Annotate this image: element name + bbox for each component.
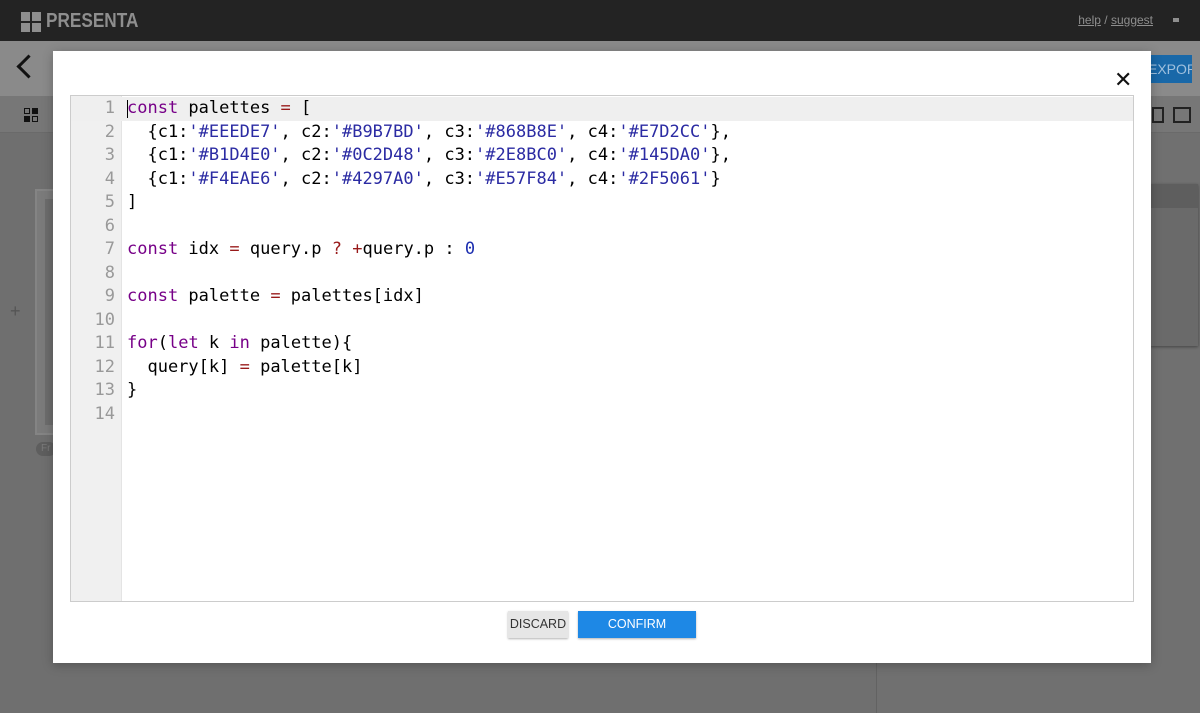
code-text: const palette = palettes[idx] [127, 286, 424, 306]
properties-card [1150, 184, 1198, 346]
properties-card-header [1150, 184, 1198, 208]
slide-thumbnail-preview [45, 199, 53, 425]
line-number: 4 [104, 168, 115, 189]
line-number: 10 [94, 309, 115, 330]
code-text: for(let k in palette){ [127, 333, 353, 353]
line-number: 6 [104, 215, 115, 236]
code-line[interactable]: 8 [71, 262, 1133, 286]
code-line[interactable]: 4 {c1:'#F4EAE6', c2:'#4297A0', c3:'#E57F… [71, 168, 1133, 192]
code-text: {c1:'#F4EAE6', c2:'#4297A0', c3:'#E57F84… [127, 168, 721, 189]
portrait-view-icon[interactable] [1152, 107, 1164, 123]
line-number: 14 [94, 403, 115, 424]
help-link[interactable]: help [1078, 13, 1101, 27]
code-line[interactable]: 9 const palette = palettes[idx] [71, 285, 1133, 309]
line-number: 5 [104, 192, 115, 212]
line-number: 13 [94, 380, 115, 400]
grid-logo-icon [21, 11, 41, 32]
confirm-changes-button[interactable]: CONFIRM CHANGES [578, 611, 696, 658]
line-number: 7 [104, 239, 115, 259]
close-icon[interactable]: ✕ [1114, 70, 1132, 92]
code-line[interactable]: 14 [71, 403, 1133, 427]
code-line[interactable]: 10 [71, 309, 1133, 333]
add-slide-icon[interactable]: + [10, 302, 21, 320]
layout-grid-icon[interactable] [24, 108, 38, 122]
code-line[interactable]: 2 {c1:'#EEEDE7', c2:'#B9B7BD', c3:'#868B… [71, 121, 1133, 145]
code-line[interactable]: 6 [71, 215, 1133, 239]
text-cursor [127, 100, 128, 118]
logo-text: PRESENTA [46, 10, 139, 32]
code-text: query[k] = palette[k] [127, 356, 363, 377]
code-line[interactable]: 12 query[k] = palette[k] [71, 356, 1133, 380]
code-line[interactable]: 3 {c1:'#B1D4E0', c2:'#0C2D48', c3:'#2E8B… [71, 144, 1133, 168]
top-links: help / suggest [1078, 13, 1153, 27]
code-text: const idx = query.p ? +query.p : 0 [127, 239, 476, 259]
code-editor[interactable]: 1 const palettes = [ 2 {c1:'#EEEDE7', c2:'… [70, 95, 1134, 602]
code-text: ] [127, 192, 138, 212]
code-text: {c1:'#B1D4E0', c2:'#0C2D48', c3:'#2E8BC0… [127, 145, 731, 165]
code-text: {c1:'#EEEDE7', c2:'#B9B7BD', c3:'#868B8E… [127, 121, 731, 142]
discard-button[interactable]: DISCARD [508, 611, 568, 638]
app-topbar: PRESENTA help / suggest [0, 0, 1200, 41]
code-line[interactable]: 7 const idx = query.p ? +query.p : 0 [71, 238, 1133, 262]
landscape-view-icon[interactable] [1173, 107, 1191, 123]
line-number: 3 [104, 145, 115, 165]
code-line[interactable]: 13} [71, 379, 1133, 403]
line-number: 12 [94, 356, 115, 377]
line-number: 8 [104, 262, 115, 283]
code-line[interactable]: 1 const palettes = [ [71, 97, 1133, 121]
suggest-link[interactable]: suggest [1111, 13, 1153, 27]
code-text: } [127, 380, 138, 400]
line-number: 9 [104, 286, 115, 306]
code-line[interactable]: 11 for(let k in palette){ [71, 332, 1133, 356]
line-number: 2 [104, 121, 115, 142]
link-separator: / [1104, 13, 1108, 27]
line-number: 11 [94, 333, 115, 353]
menu-icon[interactable] [1173, 18, 1179, 22]
code-lines: 1 const palettes = [ 2 {c1:'#EEEDE7', c2:'… [71, 97, 1133, 426]
line-number: 1 [104, 98, 115, 118]
code-line[interactable]: 5] [71, 191, 1133, 215]
code-text: const palettes = [ [127, 98, 312, 118]
app-logo[interactable]: PRESENTA [21, 10, 153, 33]
